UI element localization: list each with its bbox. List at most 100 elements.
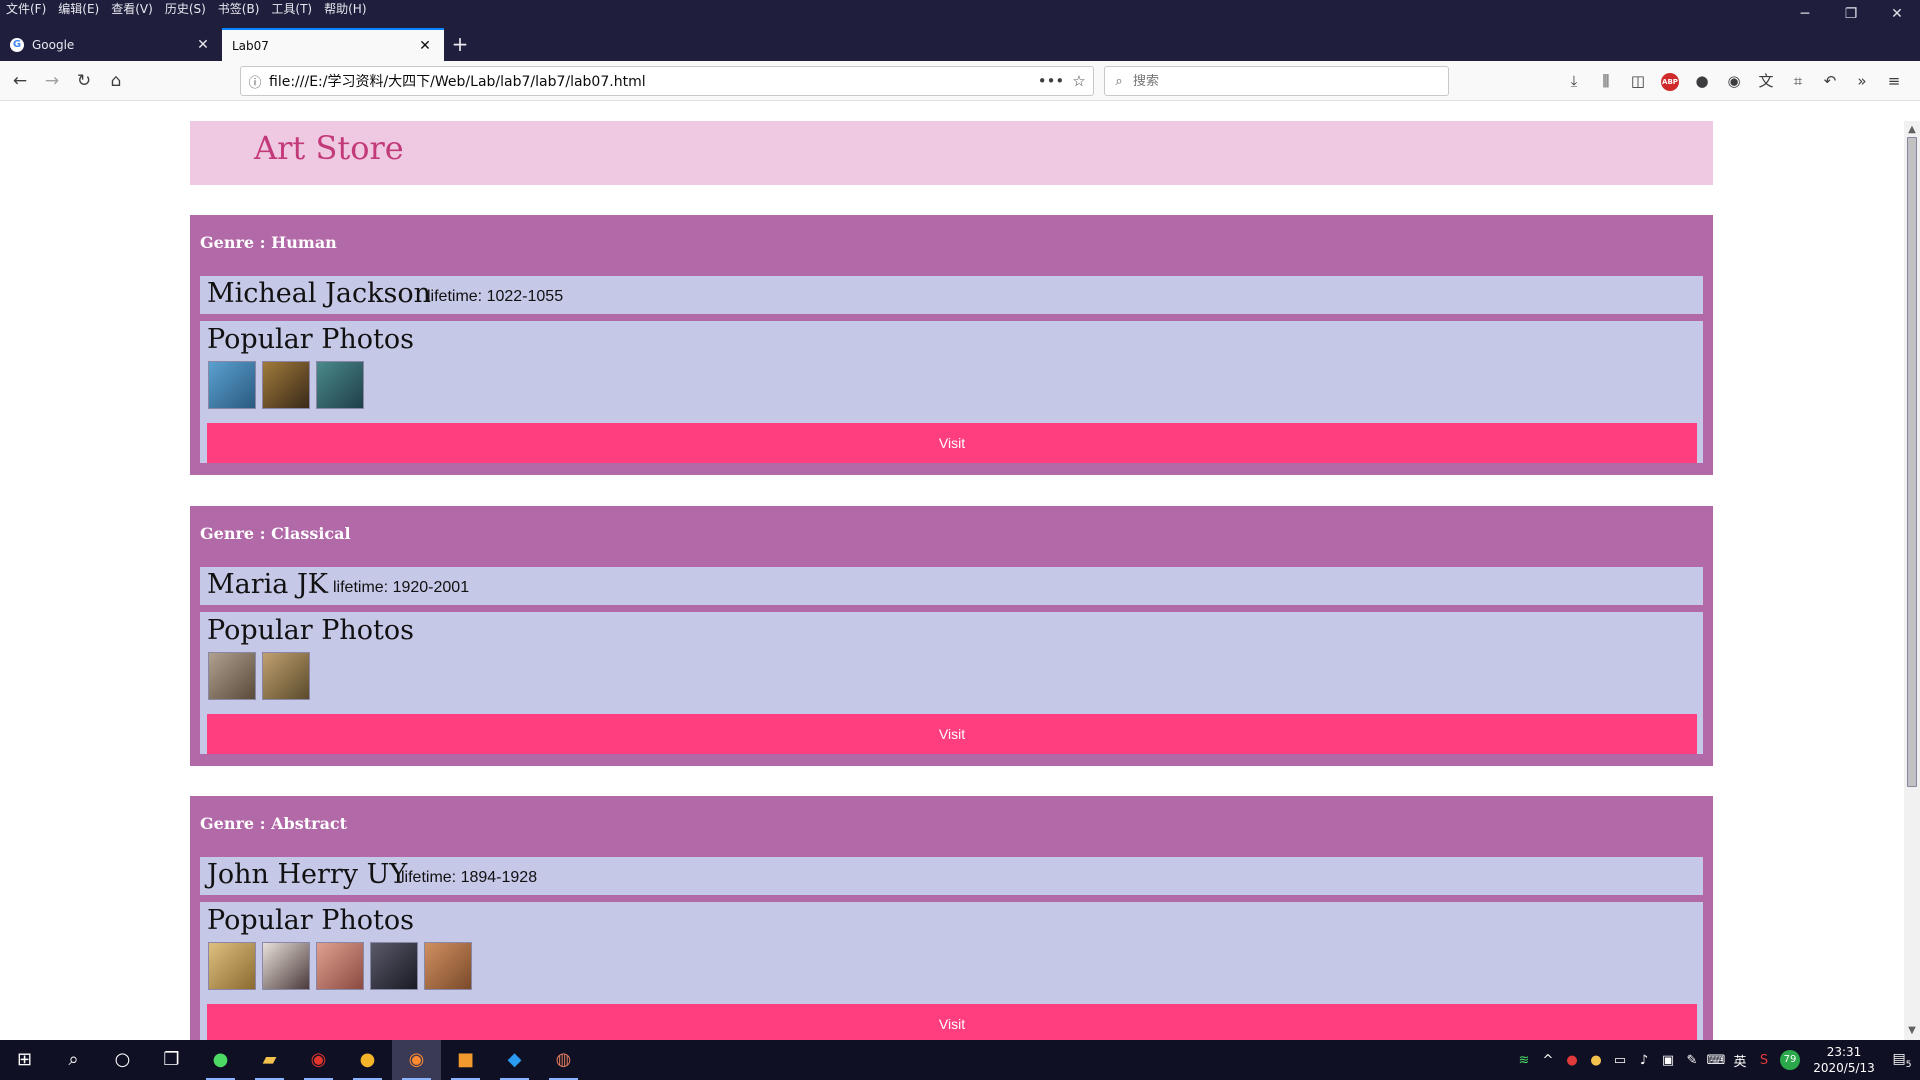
netease-music-icon[interactable]: ◉	[294, 1040, 343, 1080]
photo-thumbnail[interactable]	[208, 652, 256, 700]
photo-thumbnail[interactable]	[424, 942, 472, 990]
google-favicon-icon: G	[10, 37, 24, 52]
scroll-down-icon[interactable]: ▼	[1904, 1024, 1920, 1038]
clock[interactable]: 23:31 2020/5/13	[1804, 1044, 1884, 1076]
menu-help[interactable]: 帮助(H)	[324, 0, 366, 18]
page-scrollbar[interactable]: ▲ ▼	[1904, 121, 1920, 1040]
file-explorer-icon[interactable]: ▰	[245, 1040, 294, 1080]
forward-icon[interactable]: →	[38, 67, 66, 95]
battery-icon[interactable]: ▭	[1608, 1053, 1632, 1068]
qq-icon[interactable]: ●	[1560, 1053, 1584, 1068]
visit-button[interactable]: Visit	[207, 423, 1697, 463]
tab-strip: G Google ✕ Lab07 ✕ +	[0, 28, 476, 61]
close-tab-icon[interactable]: ✕	[194, 37, 212, 53]
firefox-icon[interactable]: ◉	[392, 1040, 441, 1080]
genre-panel-classical: Genre : Classical Maria JK lifetime: 192…	[190, 506, 1713, 766]
wechat-icon[interactable]: ●	[196, 1040, 245, 1080]
menu-bookmarks[interactable]: 书签(B)	[218, 0, 260, 18]
menu-icon[interactable]: ≡	[1878, 67, 1910, 95]
overflow-icon[interactable]: »	[1846, 67, 1878, 95]
visit-button[interactable]: Visit	[207, 1004, 1697, 1040]
sidebar-icon[interactable]: ◫	[1622, 67, 1654, 95]
clock-date: 2020/5/13	[1813, 1061, 1875, 1075]
page-header: Art Store	[190, 121, 1713, 185]
artist-bar: Micheal Jackson lifetime: 1022-1055	[200, 276, 1703, 314]
account-icon[interactable]: ◉	[1718, 67, 1750, 95]
search-icon[interactable]: ⌕	[49, 1040, 98, 1080]
chat-app-icon[interactable]: ●	[343, 1040, 392, 1080]
downloads-icon[interactable]: ⤓	[1558, 67, 1590, 95]
adblock-icon[interactable]: ABP	[1654, 67, 1686, 95]
ime-indicator[interactable]: 英	[1728, 1051, 1752, 1070]
artist-bar: Maria JK lifetime: 1920-2001	[200, 567, 1703, 605]
artist-lifetime: lifetime: 1920-2001	[333, 579, 470, 596]
photo-thumbnail[interactable]	[370, 942, 418, 990]
artist-name: Micheal Jackson	[207, 278, 431, 309]
vscode-icon[interactable]: ◆	[490, 1040, 539, 1080]
close-window-icon[interactable]: ✕	[1874, 0, 1920, 28]
minimize-icon[interactable]: ─	[1782, 0, 1828, 28]
menu-view[interactable]: 查看(V)	[111, 0, 153, 18]
toolbar-icons: ⤓ ⫼ ◫ ABP ● ◉ 文 ⌗ ↶ » ≡	[1558, 67, 1910, 95]
wifi-icon[interactable]: ≋	[1512, 1053, 1536, 1068]
task-view-icon[interactable]: ❐	[147, 1040, 196, 1080]
notification-count: 5	[1905, 1059, 1912, 1070]
address-url[interactable]: file:///E:/学习资料/大四下/Web/Lab/lab7/lab7/la…	[269, 71, 1037, 91]
sogou-icon[interactable]: S	[1752, 1053, 1776, 1068]
volume-icon[interactable]: ♪	[1632, 1053, 1656, 1068]
genre-title: Genre : Abstract	[200, 814, 348, 833]
photo-thumbnail[interactable]	[262, 942, 310, 990]
close-tab-icon[interactable]: ✕	[416, 38, 434, 54]
photo-thumbnail[interactable]	[208, 361, 256, 409]
security-badge[interactable]: 79	[1780, 1050, 1800, 1070]
tab-lab07[interactable]: Lab07 ✕	[222, 28, 444, 61]
bookmark-star-icon[interactable]: ☆	[1065, 72, 1093, 90]
search-bar[interactable]: ⌕	[1104, 66, 1449, 96]
home-icon[interactable]: ⌂	[102, 67, 130, 95]
tray-expand-icon[interactable]: ^	[1536, 1053, 1560, 1068]
windows-taskbar: ⊞ ⌕ ○ ❐ ● ▰ ◉ ● ◉ ■ ◆ ◍ ≋ ^ ● ● ▭ ♪ ▣ ✎ …	[0, 1040, 1920, 1080]
pen-icon[interactable]: ✎	[1680, 1053, 1704, 1068]
popular-photos-heading: Popular Photos	[207, 324, 414, 355]
tray-app-icon[interactable]: ●	[1584, 1053, 1608, 1068]
photo-thumbnail[interactable]	[262, 361, 310, 409]
network-icon[interactable]: ▣	[1656, 1053, 1680, 1068]
photo-thumbnail[interactable]	[262, 652, 310, 700]
page-viewport: Art Store Genre : Human Micheal Jackson …	[0, 121, 1904, 1040]
start-windows-icon[interactable]: ⊞	[0, 1040, 49, 1080]
search-input[interactable]	[1133, 73, 1448, 89]
popular-photos-box: Popular Photos Visit	[200, 612, 1703, 754]
page-actions-icon[interactable]: •••	[1037, 72, 1065, 90]
reload-icon[interactable]: ↻	[70, 67, 98, 95]
menu-file[interactable]: 文件(F)	[6, 0, 46, 18]
menu-edit[interactable]: 编辑(E)	[58, 0, 99, 18]
translate-icon[interactable]: 文	[1750, 67, 1782, 95]
crop-icon[interactable]: ⌗	[1782, 67, 1814, 95]
notification-icon[interactable]: ▤5	[1884, 1051, 1920, 1070]
artist-bar: John Herry UY lifetime: 1894-1928	[200, 857, 1703, 895]
menu-history[interactable]: 历史(S)	[165, 0, 206, 18]
tab-google[interactable]: G Google ✕	[0, 28, 222, 61]
photo-thumbnail[interactable]	[316, 361, 364, 409]
photo-thumbnail[interactable]	[208, 942, 256, 990]
photo-thumbnail[interactable]	[316, 942, 364, 990]
info-icon[interactable]: ⓘ	[241, 72, 269, 91]
cortana-icon[interactable]: ○	[98, 1040, 147, 1080]
scrollbar-thumb[interactable]	[1907, 137, 1917, 787]
menu-tools[interactable]: 工具(T)	[271, 0, 312, 18]
restore-icon[interactable]: ❐	[1828, 0, 1874, 28]
paint-icon[interactable]: ◍	[539, 1040, 588, 1080]
address-bar[interactable]: ⓘ file:///E:/学习资料/大四下/Web/Lab/lab7/lab7/…	[240, 66, 1094, 96]
visit-button[interactable]: Visit	[207, 714, 1697, 754]
scroll-up-icon[interactable]: ▲	[1904, 123, 1920, 137]
popular-photos-box: Popular Photos Visit	[200, 902, 1703, 1040]
back-icon[interactable]: ←	[6, 67, 34, 95]
undo-icon[interactable]: ↶	[1814, 67, 1846, 95]
keyboard-icon[interactable]: ⌨	[1704, 1053, 1728, 1068]
popular-photos-box: Popular Photos Visit	[200, 321, 1703, 463]
sublime-icon[interactable]: ■	[441, 1040, 490, 1080]
library-icon[interactable]: ⫼	[1590, 67, 1622, 95]
new-tab-icon[interactable]: +	[444, 28, 476, 61]
chat-icon[interactable]: ●	[1686, 67, 1718, 95]
genre-title: Genre : Human	[200, 233, 337, 252]
